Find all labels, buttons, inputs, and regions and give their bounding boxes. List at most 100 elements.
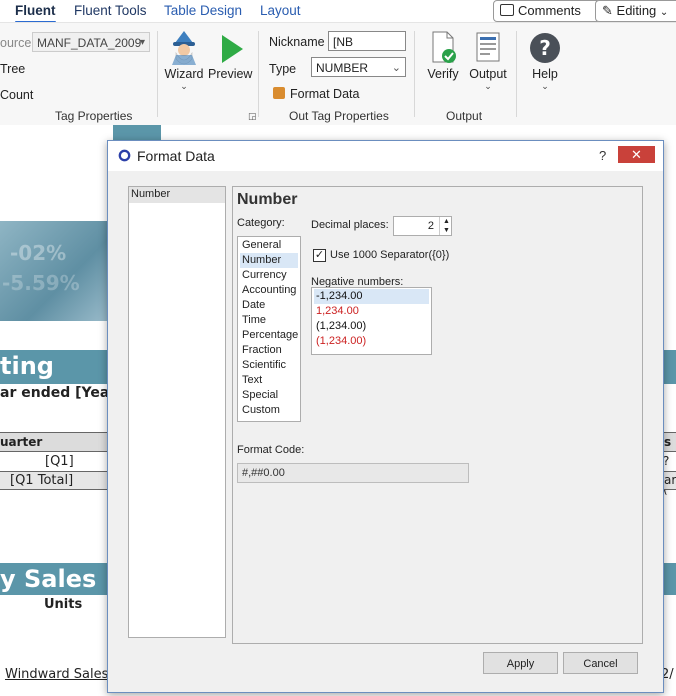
- source-combo[interactable]: MANF_DATA_2009 ▾: [32, 32, 150, 52]
- tab-fluent[interactable]: Fluent: [15, 0, 56, 24]
- separator: [258, 31, 259, 117]
- chevron-down-icon: ⌄: [484, 81, 492, 91]
- heading-band: [662, 563, 676, 595]
- decimal-places-label: Decimal places:: [311, 219, 389, 231]
- comment-icon: [500, 4, 514, 16]
- preview-label: Preview: [208, 67, 253, 81]
- heading-band: y Sales Pr: [0, 563, 110, 621]
- nickname-label: Nickname: [269, 35, 325, 49]
- format-data-label: Format Data: [290, 87, 360, 101]
- preview-button[interactable]: Preview: [208, 29, 252, 81]
- wizard-button[interactable]: Wizard ⌄: [164, 29, 204, 92]
- category-item[interactable]: General: [240, 238, 298, 253]
- dialog-title: Format Data: [137, 148, 215, 164]
- close-button[interactable]: ✕: [618, 146, 655, 163]
- cancel-button[interactable]: Cancel: [563, 652, 638, 674]
- category-item[interactable]: Number: [240, 253, 298, 268]
- decimal-places-value: 2: [427, 220, 434, 232]
- type-select[interactable]: NUMBER ⌄: [311, 57, 406, 77]
- negative-option[interactable]: -1,234.00: [314, 289, 429, 304]
- group-label-output: Output: [446, 109, 483, 123]
- type-label: Type: [269, 62, 297, 76]
- category-list[interactable]: General Number Currency Accounting Date Time P…: [237, 236, 301, 422]
- format-settings-panel: Number Category: General Number Currency Ac…: [232, 186, 643, 644]
- negative-option[interactable]: (1,234.00): [314, 319, 429, 334]
- document-heading-2: y Sales Pr: [0, 565, 97, 621]
- format-code-label: Format Code:: [237, 444, 305, 456]
- separator: [157, 31, 158, 117]
- separator-label: Use 1000 Separator({0}): [330, 249, 450, 261]
- comments-label: Comments: [518, 3, 581, 18]
- category-item[interactable]: Date: [240, 298, 298, 313]
- nickname-input[interactable]: [NB Variance]: [328, 31, 406, 69]
- verify-button[interactable]: Verify: [425, 29, 461, 81]
- output-button[interactable]: Output ⌄: [466, 29, 510, 92]
- chevron-down-icon: ⌄: [391, 62, 401, 74]
- negative-option[interactable]: 1,234.00: [314, 304, 429, 319]
- category-item[interactable]: Accounting: [240, 283, 298, 298]
- list-item-number[interactable]: Number: [129, 187, 225, 203]
- tab-fluent-tools[interactable]: Fluent Tools: [74, 0, 147, 22]
- footer-link[interactable]: Windward Sales: [5, 667, 108, 682]
- separator: [414, 31, 415, 117]
- category-item[interactable]: Currency: [240, 268, 298, 283]
- category-item[interactable]: Special: [240, 388, 298, 403]
- help-label: Help: [532, 67, 558, 81]
- format-data-dialog: Format Data ? ✕ Number Number Category: …: [107, 140, 664, 693]
- format-data-button[interactable]: Format Data: [273, 87, 359, 101]
- group-label-out-tag-properties: Out Tag Properties: [289, 109, 389, 123]
- format-type-list[interactable]: Number: [128, 186, 226, 638]
- play-icon: [222, 35, 243, 63]
- spin-down-icon[interactable]: ▼: [439, 226, 453, 235]
- pencil-icon: ✎: [602, 3, 613, 18]
- chevron-down-icon: ⌄: [659, 7, 669, 18]
- document-subtitle: ar ended [Year: [0, 385, 117, 401]
- category-item[interactable]: Percentage: [240, 328, 298, 343]
- dialog-titlebar[interactable]: Format Data ? ✕: [108, 141, 663, 171]
- stock-image: -02% -5.59%: [0, 221, 110, 321]
- table-row: [Q1 Total]: [0, 471, 110, 490]
- count-label[interactable]: Count: [0, 88, 33, 102]
- table-row: ara: [662, 471, 676, 490]
- table-header: s: [662, 432, 676, 452]
- help-icon[interactable]: ?: [599, 148, 606, 163]
- chevron-down-icon: ⌄: [541, 81, 549, 91]
- category-item[interactable]: Text: [240, 373, 298, 388]
- category-label: Category:: [237, 217, 285, 229]
- heading-band: [662, 350, 676, 384]
- wizard-label: Wizard: [164, 67, 204, 81]
- group-label-tag-properties: Tag Properties: [55, 109, 133, 123]
- help-icon: ?: [530, 33, 560, 63]
- category-item[interactable]: Custom: [240, 403, 298, 418]
- verify-icon: [432, 31, 456, 63]
- apply-button[interactable]: Apply: [483, 652, 558, 674]
- help-button[interactable]: ? Help ⌄: [527, 29, 563, 92]
- dialog-launcher-icon[interactable]: ◲: [248, 111, 257, 122]
- ribbon-tab-bar: Fluent Fluent Tools Table Design Layout …: [0, 0, 676, 24]
- ribbon: ource MANF_DATA_2009 ▾ Tree Count Tag Pro…: [0, 22, 676, 126]
- tab-layout[interactable]: Layout: [260, 0, 301, 22]
- decimal-places-spinner[interactable]: 2 ▲ ▼: [393, 216, 452, 236]
- units-label: Units: [44, 597, 83, 612]
- category-item[interactable]: Time: [240, 313, 298, 328]
- chevron-down-icon: ▾: [139, 37, 145, 48]
- format-data-icon: [273, 87, 285, 99]
- chevron-down-icon: ⌄: [180, 81, 188, 91]
- format-code-input[interactable]: #,##0.00: [237, 463, 469, 483]
- negative-numbers-list[interactable]: -1,234.00 1,234.00 (1,234.00) (1,234.00): [311, 287, 432, 355]
- spin-up-icon[interactable]: ▲: [439, 217, 453, 226]
- table-cell: [Q1]: [45, 454, 74, 469]
- output-icon: [476, 32, 500, 62]
- category-item[interactable]: Fraction: [240, 343, 298, 358]
- negative-option[interactable]: (1,234.00): [314, 334, 429, 349]
- category-item[interactable]: Scientific: [240, 358, 298, 373]
- editing-mode-button[interactable]: ✎ Editing ⌄: [595, 0, 676, 22]
- separator-checkbox[interactable]: ✓: [313, 249, 326, 262]
- editing-label: Editing: [616, 3, 657, 18]
- comments-button[interactable]: Comments: [493, 0, 601, 22]
- separator: [516, 31, 517, 117]
- app-icon: [118, 149, 131, 162]
- output-label: Output: [469, 67, 507, 81]
- tree-label[interactable]: Tree: [0, 62, 25, 76]
- tab-table-design[interactable]: Table Design: [164, 0, 242, 22]
